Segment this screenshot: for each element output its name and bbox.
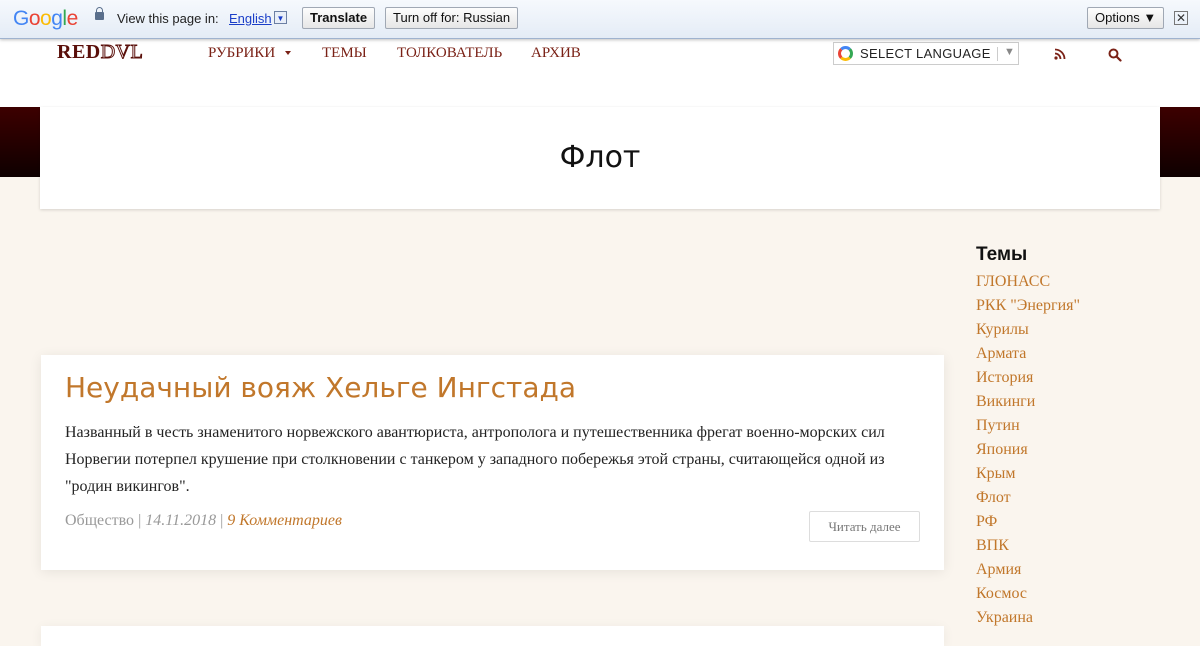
nav-item-arhiv[interactable]: Архив — [531, 45, 581, 62]
translate-button[interactable]: Translate — [302, 7, 376, 29]
sidebar-tag[interactable]: Армия — [976, 558, 1080, 582]
article-card: Неудачный вояж Хельге Ингстада Названный… — [41, 355, 944, 570]
sidebar-title: Темы — [976, 244, 1028, 265]
meta-separator: | — [134, 512, 146, 529]
translate-prompt: View this page in: — [117, 11, 219, 26]
read-more-button[interactable]: Читать далее — [809, 511, 920, 542]
site-logo[interactable]: REDDVL — [57, 41, 143, 64]
sidebar-tag[interactable]: Украина — [976, 606, 1080, 630]
sidebar-tag[interactable]: ГЛОНАСС — [976, 270, 1080, 294]
sidebar-tag[interactable]: Викинги — [976, 390, 1080, 414]
page-title: Флот — [559, 140, 641, 175]
page-title-box: Флот — [40, 107, 1160, 209]
sidebar-tag[interactable]: Курилы — [976, 318, 1080, 342]
sidebar-tag[interactable]: РФ — [976, 510, 1080, 534]
chevron-down-icon — [285, 51, 291, 55]
nav-item-temy[interactable]: Темы — [322, 45, 367, 62]
nav-item-rubriki[interactable]: Рубрики — [208, 45, 275, 62]
language-dropdown-icon[interactable]: ▼ — [274, 11, 287, 24]
search-icon[interactable] — [1108, 48, 1122, 62]
turn-off-button[interactable]: Turn off for: Russian — [385, 7, 519, 29]
nav-item-tolkovatel[interactable]: Толкователь — [397, 45, 502, 62]
close-icon[interactable]: ✕ — [1174, 11, 1188, 25]
sidebar-tag-list: ГЛОНАСС РКК "Энергия" Курилы Армата Исто… — [976, 270, 1080, 630]
comments-link[interactable]: 9 Комментариев — [227, 512, 342, 529]
sidebar-tag[interactable]: Япония — [976, 438, 1080, 462]
meta-separator: | — [216, 512, 228, 529]
article-card-next — [41, 626, 944, 646]
select-language-label: SELECT LANGUAGE — [860, 46, 991, 61]
article-category[interactable]: Общество — [65, 512, 134, 529]
sidebar-tag[interactable]: ВПК — [976, 534, 1080, 558]
logo-red-text: RED — [57, 41, 101, 63]
google-logo: Google — [13, 7, 78, 30]
dropdown-divider — [997, 47, 998, 61]
sidebar-tag[interactable]: Космос — [976, 582, 1080, 606]
rss-icon[interactable] — [1054, 48, 1066, 60]
sidebar-tag[interactable]: Путин — [976, 414, 1080, 438]
google-translate-bar: Google View this page in: English ▼ Tran… — [0, 0, 1200, 39]
select-language-dropdown[interactable]: SELECT LANGUAGE ▼ — [833, 42, 1019, 65]
target-language-link[interactable]: English — [229, 11, 272, 26]
site-header — [0, 39, 1200, 107]
sidebar-tag[interactable]: РКК "Энергия" — [976, 294, 1080, 318]
article-title-link[interactable]: Неудачный вояж Хельге Ингстада — [65, 371, 576, 404]
lock-icon — [95, 7, 104, 20]
logo-dvl-text: DVL — [100, 41, 144, 64]
sidebar-tag[interactable]: Флот — [976, 486, 1080, 510]
sidebar-tag[interactable]: Армата — [976, 342, 1080, 366]
sidebar-tag[interactable]: История — [976, 366, 1080, 390]
dropdown-arrow-icon: ▼ — [1004, 46, 1015, 58]
google-g-icon — [838, 46, 853, 61]
article-date: 14.11.2018 — [145, 512, 217, 529]
article-meta: Общество | 14.11.2018 | 9 Комментариев — [65, 512, 342, 530]
article-excerpt: Названный в честь знаменитого норвежског… — [65, 424, 885, 495]
sidebar-tag[interactable]: Крым — [976, 462, 1080, 486]
options-button[interactable]: Options ▼ — [1087, 7, 1165, 29]
